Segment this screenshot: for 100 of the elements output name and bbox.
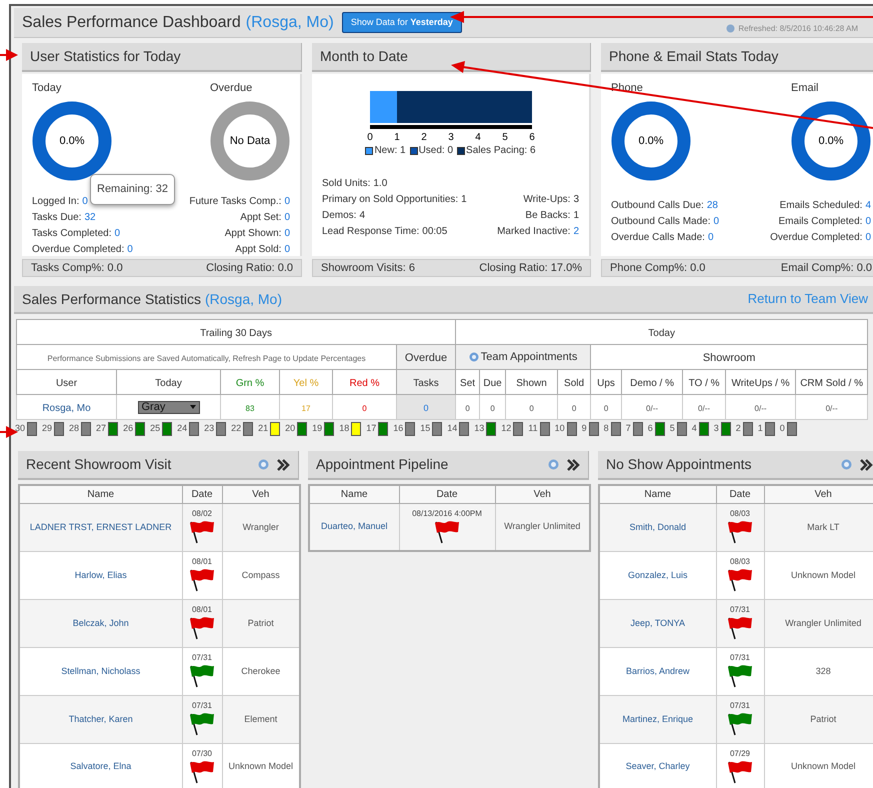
customer-link[interactable]: Thatcher, Karen — [68, 714, 133, 724]
day-status-square[interactable] — [513, 422, 524, 436]
donut-value: 0.0% — [59, 133, 85, 148]
stat-link[interactable]: 2 — [573, 224, 579, 240]
stat-label: Be Backs: — [525, 209, 570, 223]
vehicle-text: Mark LT — [807, 522, 840, 532]
stat-label: Appt Sold: — [235, 242, 282, 256]
status-dropdown[interactable]: Gray — [138, 400, 200, 414]
day-status-square[interactable] — [720, 422, 731, 436]
day-status-square[interactable] — [742, 422, 753, 436]
day-status-square[interactable] — [243, 422, 254, 436]
day-status-square[interactable] — [764, 422, 775, 436]
day-status-square[interactable] — [108, 422, 118, 436]
column-header: Yel % — [293, 378, 319, 389]
date-text: 07/31 — [730, 604, 750, 616]
stat-link[interactable]: 0 — [708, 230, 714, 246]
day-status-square[interactable] — [588, 422, 599, 436]
stat-link[interactable]: 0 — [114, 226, 120, 242]
legend-label: Used: 0 — [418, 144, 454, 158]
double-chevron-icon[interactable] — [567, 458, 580, 470]
day-status-square[interactable] — [162, 422, 172, 436]
column-header: Ups — [597, 378, 615, 389]
footer-stat: Showroom Visits: 6 — [321, 260, 415, 276]
customer-link[interactable]: Salvatore, Elna — [70, 761, 132, 772]
stat-link[interactable]: 0 — [82, 194, 88, 210]
day-status-square[interactable] — [189, 422, 200, 436]
chart-label: Email — [791, 81, 819, 96]
customer-link[interactable]: Jeep, TONYA — [630, 618, 686, 628]
day-status-square[interactable] — [324, 422, 334, 436]
day-status-square[interactable] — [432, 422, 442, 436]
day-status-square[interactable] — [459, 422, 470, 436]
stat-label: Appt Shown: — [224, 226, 282, 240]
stat-label: Outbound Calls Due: — [611, 198, 704, 212]
show-yesterday-button[interactable]: Show Data for Yesterday — [342, 12, 462, 33]
footer-stat: Tasks Comp%: 0.0 — [31, 260, 123, 276]
day-status-square[interactable] — [216, 422, 226, 436]
day-status-square[interactable] — [54, 422, 64, 436]
stat-link[interactable]: 0 — [865, 230, 871, 246]
stat-label: Emails Scheduled: — [780, 198, 862, 212]
customer-link[interactable]: Martinez, Enrique — [622, 714, 694, 724]
day-number: 11 — [528, 422, 538, 436]
day-status-square[interactable] — [351, 422, 362, 436]
day-status-square[interactable] — [486, 422, 496, 436]
day-status-square[interactable] — [566, 422, 577, 436]
stat-link[interactable]: 4 — [865, 198, 871, 214]
stat-link[interactable]: 0 — [284, 242, 290, 258]
stat-label: Tasks Completed: — [32, 226, 112, 240]
stat-link[interactable]: 0 — [284, 226, 290, 242]
customer-link[interactable]: Barrios, Andrew — [626, 666, 690, 676]
customer-link[interactable]: Gonzalez, Luis — [628, 570, 688, 580]
vehicle-text: Patriot — [810, 714, 836, 724]
stat-value: 1.0 — [373, 177, 388, 191]
return-link[interactable]: Return to Team View — [748, 289, 868, 309]
day-status-square[interactable] — [135, 422, 146, 436]
stat-link[interactable]: 0 — [865, 214, 871, 230]
customer-link[interactable]: Smith, Donald — [629, 522, 686, 532]
day-number: 28 — [69, 422, 80, 436]
user-name: (Rosga, Mo) — [204, 290, 282, 309]
customer-link[interactable]: Seaver, Charley — [626, 761, 690, 772]
x-tick-label: 0 — [366, 132, 373, 143]
day-status-square[interactable] — [27, 422, 38, 436]
customer-link[interactable]: Belczak, John — [72, 618, 129, 628]
customer-link[interactable]: Harlow, Elias — [74, 570, 127, 580]
customer-link[interactable]: Duarteo, Manuel — [320, 521, 388, 532]
day-status-square[interactable] — [654, 422, 665, 436]
stat-link[interactable]: 28 — [706, 198, 718, 214]
column-header: WriteUps / % — [731, 378, 790, 389]
stat-link[interactable]: 0 — [127, 242, 133, 258]
stat-label: Marked Inactive: — [497, 225, 570, 239]
day-status-square[interactable] — [786, 422, 797, 436]
day-status-square[interactable] — [698, 422, 709, 436]
day-status-square[interactable] — [632, 422, 643, 436]
stat-link[interactable]: 0 — [714, 214, 720, 230]
overdue-link[interactable]: 0 — [424, 403, 429, 413]
day-number: 9 — [582, 422, 587, 436]
stat-link[interactable]: 0 — [284, 194, 290, 210]
day-number: 8 — [604, 422, 609, 436]
table-cell: 0/-- — [754, 404, 767, 413]
day-status-square[interactable] — [405, 422, 416, 436]
vehicle-text: Patriot — [248, 618, 274, 628]
day-status-square[interactable] — [270, 422, 280, 436]
day-status-square[interactable] — [297, 422, 308, 436]
table-cell: 0 — [490, 404, 495, 413]
customer-link[interactable]: Stellman, Nicholass — [61, 666, 140, 676]
stat-link[interactable]: 32 — [84, 210, 96, 226]
column-header: CRM Sold / % — [800, 378, 863, 389]
day-status-square[interactable] — [540, 422, 550, 436]
double-chevron-icon[interactable] — [277, 458, 290, 470]
day-status-square[interactable] — [378, 422, 388, 436]
day-status-square[interactable] — [610, 422, 621, 436]
column-header: TO / % — [688, 378, 720, 389]
stat-link[interactable]: 0 — [284, 210, 290, 226]
day-number: 20 — [285, 422, 296, 436]
day-status-square[interactable] — [81, 422, 92, 436]
day-status-square[interactable] — [676, 422, 687, 436]
day-number: 21 — [258, 422, 268, 436]
customer-link[interactable]: LADNER TRST, ERNEST LADNER — [30, 522, 172, 532]
donut-value: No Data — [230, 133, 270, 148]
double-chevron-icon[interactable] — [860, 458, 873, 470]
stat-label: Primary on Sold Opportunities: — [322, 193, 458, 207]
